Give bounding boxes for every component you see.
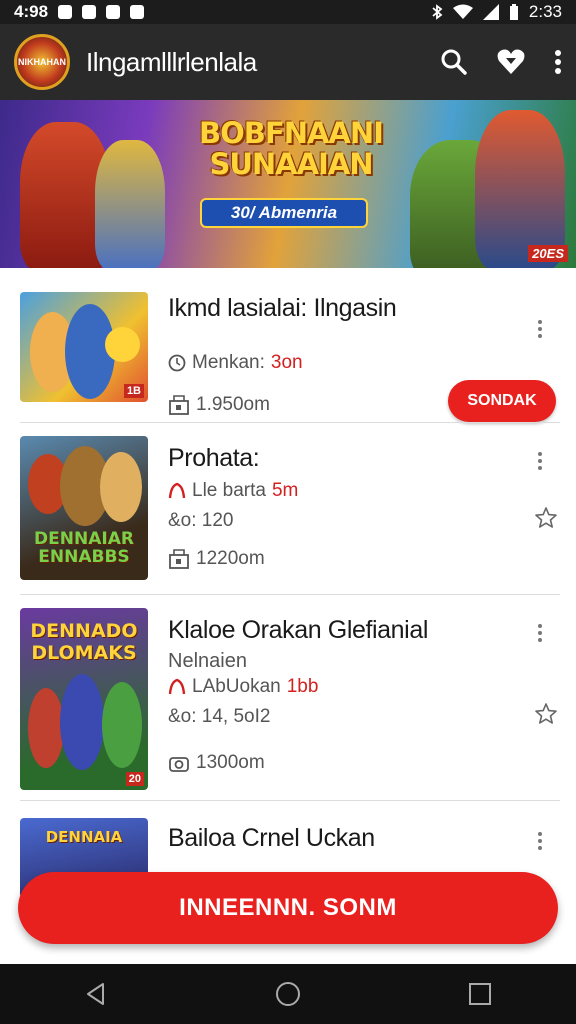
flame-icon: [168, 678, 186, 695]
overflow-menu-icon[interactable]: [530, 320, 550, 338]
thumb-badge: 20: [125, 772, 144, 786]
banner-subtitle: 30/ Abmenria: [200, 198, 368, 228]
thumb-character: [105, 327, 140, 362]
package-icon: [169, 549, 189, 569]
status-time-right: 2:33: [528, 2, 562, 21]
size-value: 1220om: [196, 548, 265, 569]
thumb-label: DENNADO DLOMAKS: [30, 620, 138, 664]
signal-icon: [482, 4, 499, 20]
camera-icon: [169, 757, 189, 772]
divider: [20, 422, 560, 423]
battery-icon: [509, 4, 518, 20]
developer-value: 3on: [270, 352, 303, 373]
thumb-character: [60, 674, 104, 770]
app-logo[interactable]: NIKHAHAN: [14, 34, 70, 90]
star-icon[interactable]: [534, 506, 558, 530]
notification-icon: [58, 5, 73, 19]
status-right: 2:33: [431, 2, 562, 22]
size-value: 1300om: [196, 752, 265, 773]
list-item[interactable]: DENNAIAR ENNABBS Prohata: Lle barta 5m &…: [20, 436, 560, 586]
heart-icon[interactable]: [496, 48, 526, 76]
promo-banner[interactable]: BOBFNAANI SUNAAIAN 30/ Abmenria 20ES: [0, 100, 576, 268]
game-thumbnail: 1B: [20, 292, 148, 402]
package-icon: [169, 395, 189, 415]
game-thumbnail: DENNADO DLOMAKS 20: [20, 608, 148, 790]
game-developer: Menkan: 3on: [168, 352, 303, 374]
developer-label: LAbUokan: [192, 676, 281, 697]
app-logo-text: NIKHAHAN: [18, 57, 66, 67]
developer-label: Menkan:: [192, 352, 265, 373]
install-button[interactable]: SONDAK: [448, 380, 556, 422]
developer-label: Lle barta: [192, 480, 266, 501]
game-developer: Lle barta 5m: [168, 480, 298, 502]
game-size: 1300om: [168, 752, 265, 774]
thumb-label: DENNAIA: [45, 828, 123, 846]
notification-icon: [106, 5, 121, 19]
game-thumbnail: DENNAIAR ENNABBS: [20, 436, 148, 580]
developer-value: 5m: [271, 480, 299, 501]
banner-title-line2: SUNAAIAN: [209, 147, 373, 181]
recents-icon[interactable]: [468, 982, 492, 1006]
game-rating: &o: 120: [168, 510, 234, 531]
thumb-badge: 1B: [123, 384, 144, 398]
list-item[interactable]: DENNADO DLOMAKS 20 Klaloe Orakan Glefian…: [20, 608, 560, 792]
banner-title-line1: BOBFNAANI: [199, 116, 384, 150]
game-subtitle: Nelnaien: [168, 650, 247, 672]
game-developer: LAbUokan 1bb: [168, 676, 318, 698]
overflow-menu-icon[interactable]: [530, 452, 550, 470]
divider: [20, 594, 560, 595]
overflow-menu-icon[interactable]: [530, 624, 550, 642]
wifi-icon: [452, 4, 473, 19]
thumb-character: [100, 452, 142, 522]
search-icon[interactable]: [440, 48, 468, 76]
app-title: Ilngamlllrlenlala: [86, 46, 257, 77]
more-vert-icon[interactable]: [554, 49, 562, 75]
banner-title: BOBFNAANI SUNAAIAN: [186, 118, 396, 180]
thumb-label: DENNAIAR ENNABBS: [34, 529, 134, 567]
app-bar: NIKHAHAN Ilngamlllrlenlala: [0, 24, 576, 100]
thumb-character: [102, 682, 142, 768]
divider: [20, 800, 560, 801]
notification-icon: [130, 5, 145, 19]
status-bar: 4:98 2:33: [0, 0, 576, 24]
banner-year-badge: 20ES: [528, 245, 568, 262]
developer-value: 1bb: [286, 676, 319, 697]
game-rating: &o: 14, 5oI2: [168, 706, 271, 727]
list-item[interactable]: 1B Ikmd lasialai: Ilngasin Menkan: 3on 1…: [20, 290, 560, 430]
game-size: 1220om: [168, 548, 265, 570]
game-title: Bailoa Crnel Uckan: [168, 824, 375, 852]
home-icon[interactable]: [275, 981, 301, 1007]
primary-action-button[interactable]: INNEENNN. SONM: [18, 872, 558, 944]
size-value: 1.950om: [196, 394, 270, 415]
banner-hero-left2: [95, 140, 165, 268]
clock-icon: [168, 354, 186, 372]
game-title: Prohata:: [168, 444, 260, 472]
game-title: Klaloe Orakan Glefianial: [168, 616, 428, 644]
bluetooth-icon: [432, 4, 443, 20]
game-size: 1.950om: [168, 394, 270, 416]
flame-icon: [168, 482, 186, 499]
back-icon[interactable]: [84, 982, 108, 1006]
thumb-character: [28, 688, 64, 768]
overflow-menu-icon[interactable]: [530, 832, 550, 850]
game-title: Ikmd lasialai: Ilngasin: [168, 294, 397, 322]
status-time-left: 4:98: [14, 2, 49, 21]
notification-icon: [82, 5, 97, 19]
star-icon[interactable]: [534, 702, 558, 726]
app-actions: [440, 48, 562, 76]
system-nav-bar: [0, 964, 576, 1024]
